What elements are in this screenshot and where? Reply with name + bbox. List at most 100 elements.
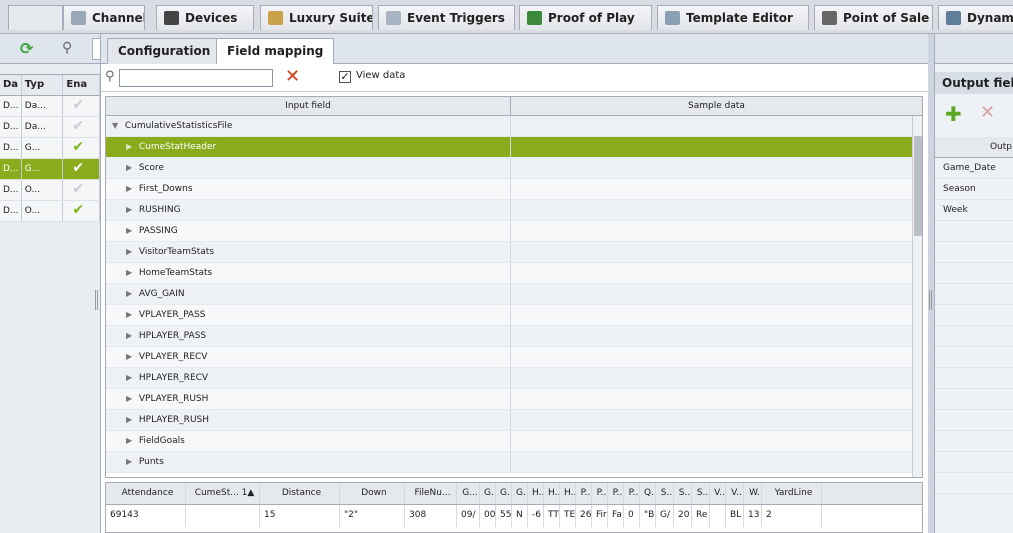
tree-field-row[interactable]: ▶ FieldGoals	[106, 431, 922, 452]
expand-right-icon[interactable]: ▶	[126, 137, 136, 157]
col-enabled[interactable]: Ena	[63, 75, 100, 95]
col-header[interactable]: G...	[457, 483, 480, 504]
expand-right-icon[interactable]: ▶	[126, 305, 136, 325]
check-disabled-icon[interactable]: ✔	[66, 96, 84, 114]
output-field-row[interactable]	[935, 347, 1013, 368]
tab-dynam[interactable]: Dynam	[938, 5, 1013, 30]
tree-field-row[interactable]: ▶ RUSHING	[106, 200, 922, 221]
expand-right-icon[interactable]: ▶	[126, 431, 136, 451]
data-source-row[interactable]: D... Da... ✔	[0, 96, 100, 117]
tree-field-row[interactable]: ▶ Punts	[106, 452, 922, 473]
tab-configuration[interactable]: Configuration	[107, 38, 222, 64]
tree-field-row[interactable]: ▶ HPLAYER_RUSH	[106, 410, 922, 431]
view-data-checkbox[interactable]: ✓	[339, 71, 351, 83]
col-header[interactable]: P..	[608, 483, 624, 504]
expand-right-icon[interactable]: ▶	[126, 368, 136, 388]
output-field-row[interactable]	[935, 221, 1013, 242]
output-field-row[interactable]	[935, 473, 1013, 494]
scrollbar-thumb[interactable]	[914, 136, 922, 236]
col-header[interactable]: Attendance	[106, 483, 186, 504]
output-field-row[interactable]: Week	[935, 200, 1013, 221]
check-enabled-icon[interactable]: ✔	[66, 201, 84, 219]
refresh-icon[interactable]: ⟳	[20, 41, 33, 57]
tree-field-row[interactable]: ▶ VPLAYER_RUSH	[106, 389, 922, 410]
col-header[interactable]: H..	[544, 483, 560, 504]
tree-root-row[interactable]: ▼ CumulativeStatisticsFile	[106, 116, 922, 137]
tree-field-row[interactable]: ▶ HPLAYER_RECV	[106, 368, 922, 389]
output-field-row[interactable]	[935, 284, 1013, 305]
data-source-row[interactable]: D... O... ✔	[0, 201, 100, 222]
col-header[interactable]: G..	[480, 483, 496, 504]
add-icon[interactable]: ✚	[945, 102, 962, 126]
check-disabled-icon[interactable]: ✔	[66, 117, 84, 135]
expand-right-icon[interactable]: ▶	[126, 410, 136, 430]
search-icon[interactable]: ⚲	[62, 40, 72, 56]
expand-right-icon[interactable]: ▶	[126, 326, 136, 346]
output-field-row[interactable]: Season	[935, 179, 1013, 200]
output-field-row[interactable]	[935, 368, 1013, 389]
tab-channels[interactable]: Channels	[63, 5, 145, 30]
output-field-row[interactable]	[935, 242, 1013, 263]
output-field-row[interactable]: Game_Date	[935, 158, 1013, 179]
expand-right-icon[interactable]: ▶	[126, 284, 136, 304]
col-header[interactable]: S..	[674, 483, 692, 504]
tab-devices[interactable]: Devices	[156, 5, 254, 30]
tree-field-row[interactable]: ▶ VisitorTeamStats	[106, 242, 922, 263]
tab-event-triggers[interactable]: Event Triggers	[378, 5, 515, 30]
tree-field-row[interactable]: ▶ HPLAYER_PASS	[106, 326, 922, 347]
data-source-row[interactable]: D... G... ✔	[0, 138, 100, 159]
tree-field-row[interactable]: ▶ VPLAYER_RECV	[106, 347, 922, 368]
grid-scrollbar[interactable]	[912, 116, 922, 477]
data-source-row[interactable]: D... O... ✔	[0, 180, 100, 201]
col-header[interactable]: H..	[560, 483, 576, 504]
expand-right-icon[interactable]: ▶	[126, 221, 136, 241]
col-header[interactable]: S..	[692, 483, 710, 504]
col-header[interactable]: FileNu...	[405, 483, 457, 504]
tree-field-row[interactable]: ▶ VPLAYER_PASS	[106, 305, 922, 326]
expand-right-icon[interactable]: ▶	[126, 200, 136, 220]
expand-right-icon[interactable]: ▶	[126, 179, 136, 199]
tab-blank[interactable]	[8, 5, 63, 30]
tree-field-row[interactable]: ▶ AVG_GAIN	[106, 284, 922, 305]
data-source-row[interactable]: D... G... ✔	[0, 159, 100, 180]
output-field-row[interactable]	[935, 452, 1013, 473]
col-header[interactable]: W.	[744, 483, 762, 504]
col-input-field[interactable]: Input field	[106, 97, 511, 115]
output-field-row[interactable]	[935, 410, 1013, 431]
tree-field-row[interactable]: ▶ CumeStatHeader	[106, 137, 922, 158]
tab-proof-of-play[interactable]: Proof of Play	[519, 5, 652, 30]
col-header[interactable]: P..	[624, 483, 640, 504]
output-field-row[interactable]	[935, 431, 1013, 452]
col-header[interactable]: G..	[496, 483, 512, 504]
tree-field-row[interactable]: ▶ PASSING	[106, 221, 922, 242]
expand-right-icon[interactable]: ▶	[126, 452, 136, 472]
right-splitter[interactable]	[929, 290, 932, 310]
expand-right-icon[interactable]: ▶	[126, 242, 136, 262]
check-disabled-icon[interactable]: ✔	[66, 180, 84, 198]
expand-down-icon[interactable]: ▼	[112, 116, 122, 136]
tab-field-mapping[interactable]: Field mapping	[216, 38, 335, 65]
col-header[interactable]: Distance	[260, 483, 340, 504]
tree-field-row[interactable]: ▶ HomeTeamStats	[106, 263, 922, 284]
col-output[interactable]: Outp	[935, 137, 1013, 158]
left-search-input[interactable]	[92, 38, 101, 60]
col-header[interactable]: Q..	[640, 483, 656, 504]
col-da[interactable]: Da	[0, 75, 22, 95]
tree-field-row[interactable]: ▶ Score	[106, 158, 922, 179]
expand-right-icon[interactable]: ▶	[126, 347, 136, 367]
output-field-row[interactable]	[935, 326, 1013, 347]
col-header[interactable]: G..	[512, 483, 528, 504]
tree-field-row[interactable]: ▶ First_Downs	[106, 179, 922, 200]
col-type[interactable]: Typ	[22, 75, 64, 95]
check-enabled-icon[interactable]: ✔	[66, 138, 84, 156]
col-sample-data[interactable]: Sample data	[511, 97, 922, 115]
tab-template-editor[interactable]: Template Editor	[657, 5, 809, 30]
output-field-row[interactable]	[935, 263, 1013, 284]
left-splitter[interactable]	[95, 290, 98, 310]
tab-luxury-suite[interactable]: Luxury Suite	[260, 5, 373, 30]
col-header[interactable]: YardLine	[762, 483, 822, 504]
col-header[interactable]: Down	[340, 483, 405, 504]
expand-right-icon[interactable]: ▶	[126, 263, 136, 283]
output-field-row[interactable]	[935, 389, 1013, 410]
col-header[interactable]: P..	[576, 483, 592, 504]
